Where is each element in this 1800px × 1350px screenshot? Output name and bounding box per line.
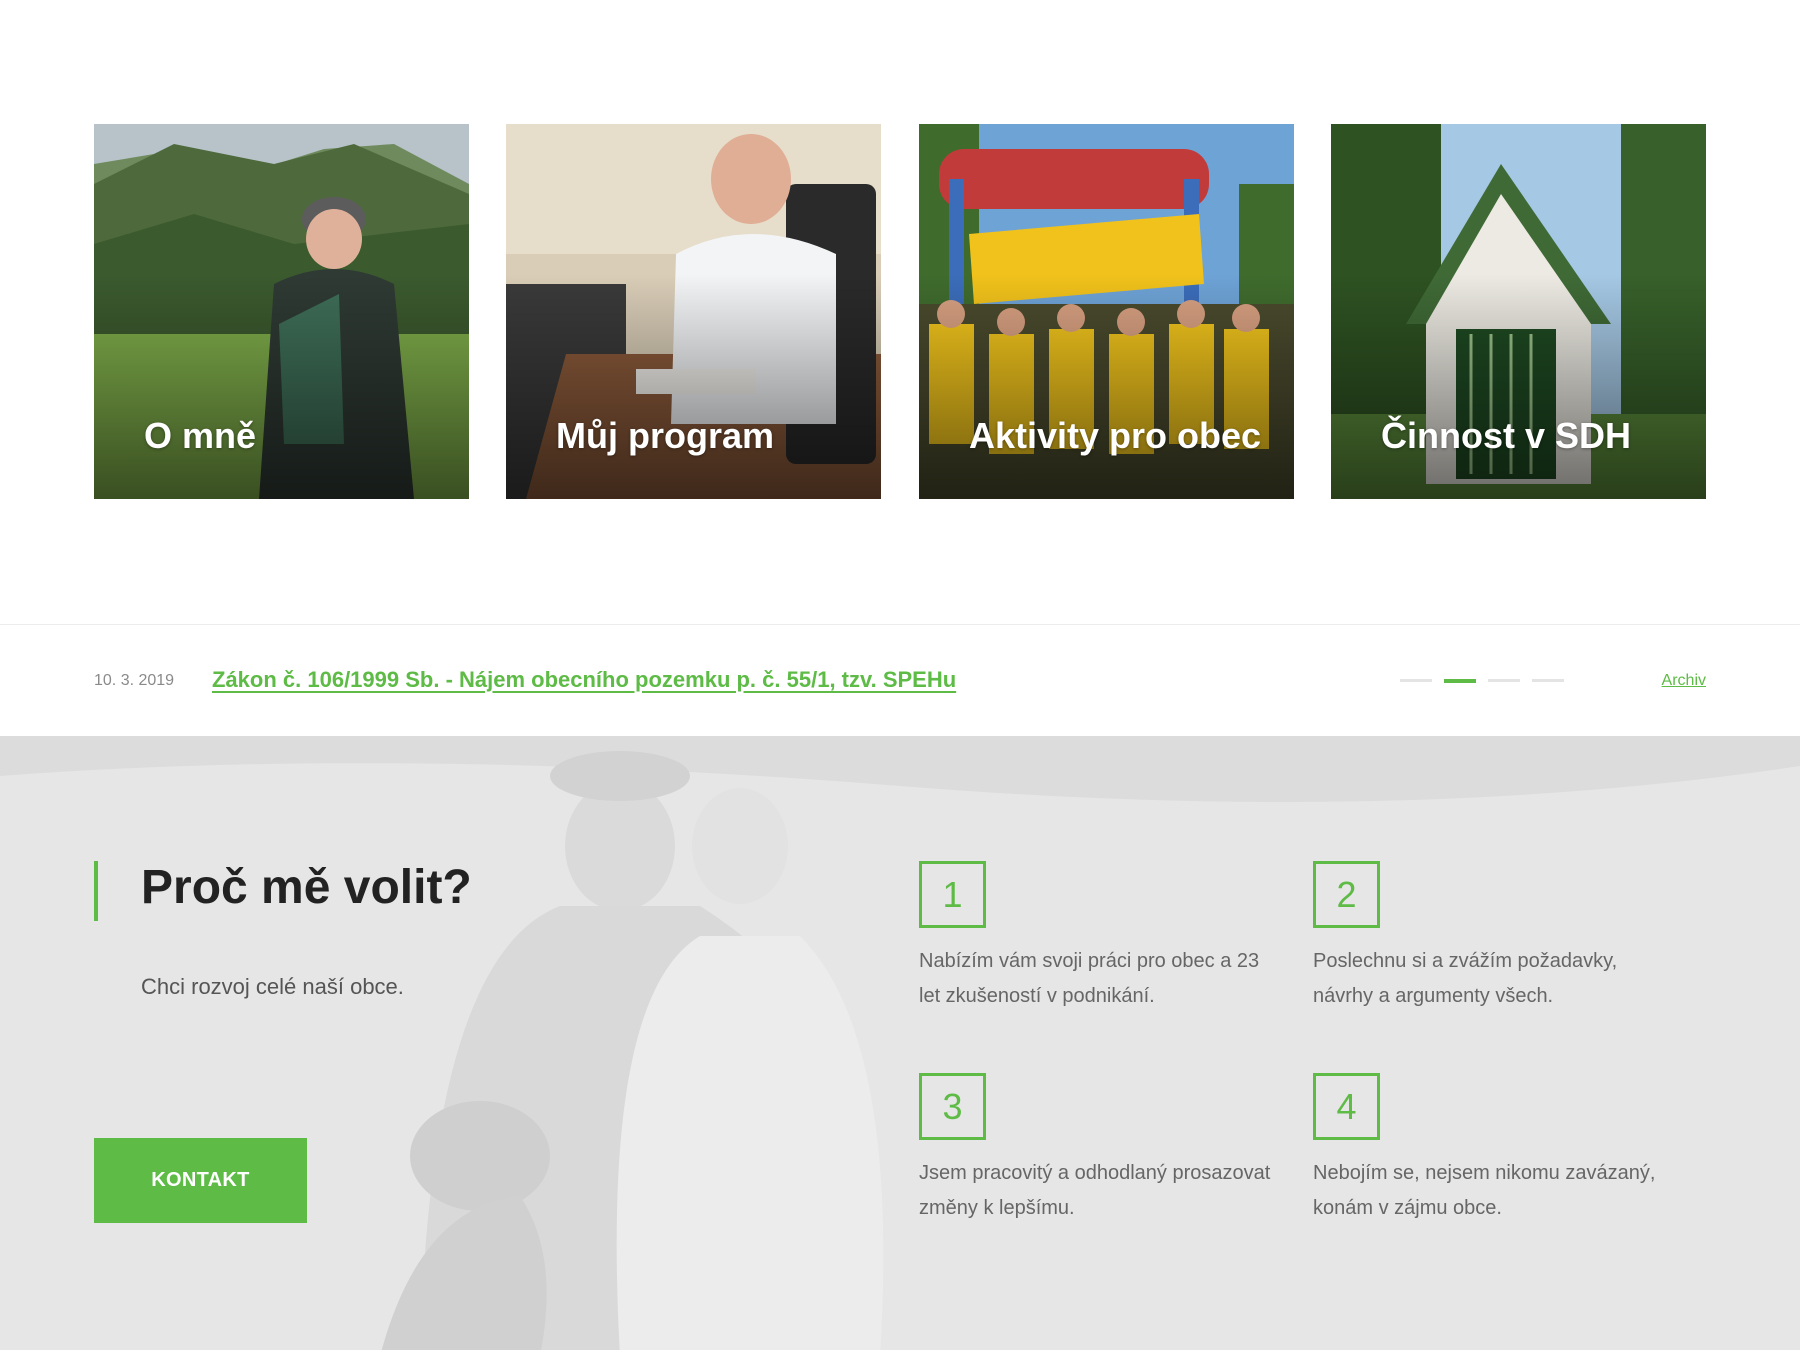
slider-dot-4[interactable] [1532,679,1564,682]
reason-item: 4 Nebojím se, nejsem nikomu zavázaný, ko… [1313,1073,1673,1226]
section-title: Proč mě volit? [141,861,472,914]
why-vote-section: Proč mě volit? Chci rozvoj celé naší obc… [0,736,1800,1350]
archive-link[interactable]: Archiv [1662,672,1706,690]
card-my-program[interactable]: Můj program [506,124,881,499]
contact-button[interactable]: KONTAKT [94,1138,307,1223]
reason-text: Poslechnu si a zvážím požadavky, návrhy … [1313,950,1618,1007]
reason-text: Nebojím se, nejsem nikomu zavázaný, koná… [1313,1162,1656,1219]
section-subtitle: Chci rozvoj celé naší obce. [141,974,404,999]
news-ticker: 10. 3. 2019 Zákon č. 106/1999 Sb. - Náje… [0,624,1800,736]
reason-item: 3 Jsem pracovitý a odhodlaný prosazovat … [919,1073,1279,1226]
background-photo [0,736,1800,1350]
news-date: 10. 3. 2019 [94,672,175,689]
news-headline-link[interactable]: Zákon č. 106/1999 Sb. - Nájem obecního p… [212,667,956,693]
reason-number: 3 [919,1073,986,1140]
reason-item: 2 Poslechnu si a zvážím požadavky, návrh… [1313,861,1673,1014]
card-sdh[interactable]: Činnost v SDH [1331,124,1706,499]
card-activities[interactable]: Aktivity pro obec [919,124,1294,499]
title-accent-bar [94,861,98,921]
card-title: Činnost v SDH [1381,415,1632,456]
card-title: O mně [144,415,257,456]
slider-dot-3[interactable] [1488,679,1520,682]
reason-text: Jsem pracovitý a odhodlaný prosazovat zm… [919,1162,1271,1219]
card-about-me[interactable]: O mně [94,124,469,499]
reason-number: 4 [1313,1073,1380,1140]
reason-number: 2 [1313,861,1380,928]
feature-cards: O mně Můj program Aktivity pro obec Činn… [94,124,1706,499]
reason-text: Nabízím vám svoji práci pro obec a 23 le… [919,950,1260,1007]
reason-number: 1 [919,861,986,928]
reason-item: 1 Nabízím vám svoji práci pro obec a 23 … [919,861,1279,1014]
card-title: Aktivity pro obec [969,415,1262,456]
slider-dot-2[interactable] [1444,679,1476,683]
card-title: Můj program [556,415,775,456]
slider-dot-1[interactable] [1400,679,1432,682]
slider-pagination [1400,679,1565,683]
